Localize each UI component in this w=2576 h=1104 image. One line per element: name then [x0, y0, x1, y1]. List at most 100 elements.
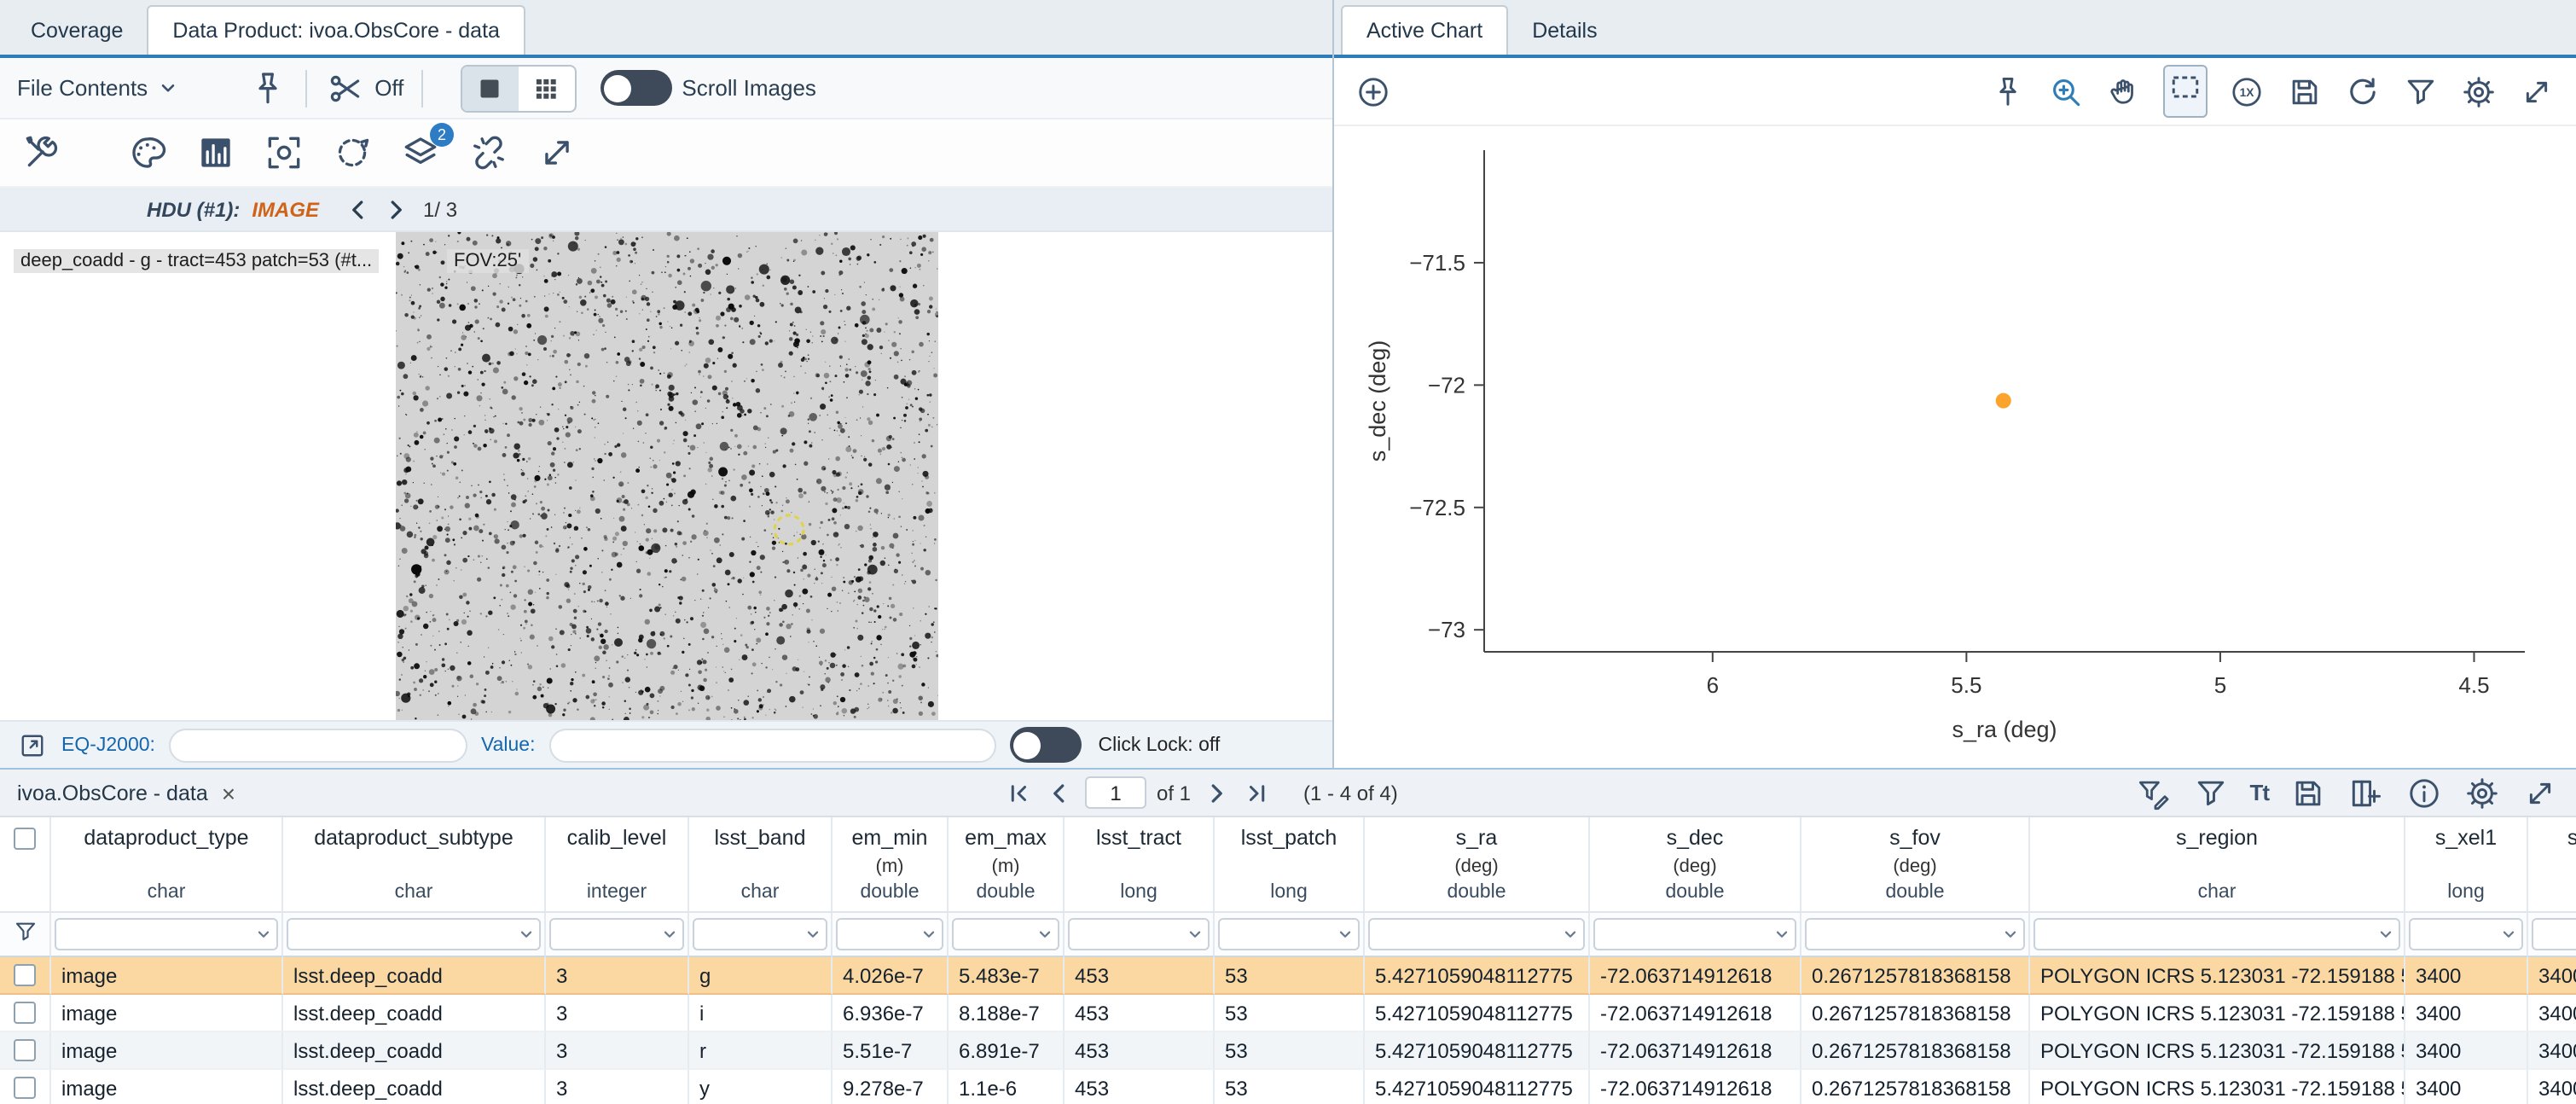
last-page-icon[interactable]: [1242, 777, 1273, 808]
column-filter-combo[interactable]: [1368, 918, 1585, 950]
column-header[interactable]: s_xel2long: [2528, 817, 2576, 913]
column-header[interactable]: lsst_patchlong: [1215, 817, 1365, 913]
column-header[interactable]: lsst_bandchar: [689, 817, 833, 913]
expand-viewer-icon[interactable]: [17, 729, 48, 760]
column-filter-combo[interactable]: [693, 918, 827, 950]
file-contents-dropdown[interactable]: File Contents: [17, 75, 178, 101]
row-checkbox[interactable]: [14, 1002, 36, 1024]
grid-view-button[interactable]: [518, 66, 574, 110]
column-header[interactable]: s_dec(deg)double: [1590, 817, 1801, 913]
column-filter-combo[interactable]: [1593, 918, 1796, 950]
column-type: double: [1885, 882, 1944, 906]
next-icon[interactable]: [1201, 777, 1232, 808]
table-cell: 453: [1065, 957, 1215, 995]
sky-image[interactable]: [395, 232, 937, 720]
tab-data-product[interactable]: Data Product: ivoa.ObsCore - data: [147, 5, 525, 55]
save-icon[interactable]: [2289, 774, 2327, 811]
row-checkbox[interactable]: [14, 964, 36, 986]
table-cell: 0.2671257818368158: [1801, 1032, 2030, 1070]
first-page-icon[interactable]: [1003, 777, 1034, 808]
select-area-button[interactable]: [2163, 65, 2208, 118]
zoom-in-icon[interactable]: [2047, 73, 2085, 110]
column-filter-combo[interactable]: [287, 918, 541, 950]
column-filter-combo[interactable]: [549, 918, 684, 950]
expand-icon[interactable]: [2518, 73, 2556, 110]
data-table-wrap[interactable]: dataproduct_typechardataproduct_subtypec…: [0, 817, 2576, 1104]
column-header[interactable]: lsst_tractlong: [1065, 817, 1215, 913]
column-filter-combo[interactable]: [2409, 918, 2523, 950]
column-filter-combo[interactable]: [2034, 918, 2400, 950]
page-number-input[interactable]: [1085, 776, 1146, 809]
pin-icon[interactable]: [247, 67, 287, 108]
table-cell: 6.891e-7: [949, 1032, 1065, 1070]
column-filter-combo[interactable]: [55, 918, 278, 950]
scroll-images-toggle[interactable]: [600, 70, 671, 106]
table-cell: 3400: [2405, 957, 2528, 995]
save-icon[interactable]: [2286, 73, 2324, 110]
table-cell: lsst.deep_coadd: [283, 1070, 546, 1104]
click-lock-toggle[interactable]: [1010, 727, 1082, 763]
tab-label: Details: [1532, 18, 1597, 42]
tab-details[interactable]: Details: [1508, 5, 1621, 55]
table-tab[interactable]: ivoa.ObsCore - data ×: [17, 781, 235, 805]
unlink-icon[interactable]: [467, 131, 510, 174]
column-filter-combo[interactable]: [1068, 918, 1210, 950]
expand-icon[interactable]: [2521, 774, 2559, 811]
prev-icon[interactable]: [1044, 777, 1075, 808]
prev-icon[interactable]: [343, 194, 374, 224]
zoom-original-icon[interactable]: [2228, 73, 2266, 110]
filter-icon[interactable]: [2402, 73, 2440, 110]
coord-label: EQ-J2000:: [61, 735, 155, 755]
column-name: s_xel1: [2435, 826, 2497, 850]
tab-active-chart[interactable]: Active Chart: [1341, 5, 1508, 55]
column-filter-combo[interactable]: [1805, 918, 2025, 950]
add-chart-icon[interactable]: [1355, 73, 1392, 110]
text-view-icon[interactable]: Tt: [2249, 780, 2269, 805]
close-icon[interactable]: ×: [222, 781, 235, 805]
row-checkbox[interactable]: [14, 1039, 36, 1061]
column-filter-combo[interactable]: [836, 918, 943, 950]
table-toolbar: ivoa.ObsCore - data × of 1 (1 - 4 of 4) …: [0, 770, 2576, 817]
image-viewer[interactable]: deep_coadd - g - tract=453 patch=53 (#t.…: [0, 232, 1332, 720]
column-header[interactable]: em_min(m)double: [833, 817, 949, 913]
column-filter-combo[interactable]: [2532, 918, 2576, 950]
column-header[interactable]: s_xel1long: [2405, 817, 2528, 913]
table-row[interactable]: imagelsst.deep_coadd3y9.278e-71.1e-64535…: [0, 1070, 2576, 1104]
row-range-label: (1 - 4 of 4): [1303, 781, 1398, 805]
select-all-checkbox[interactable]: [0, 817, 51, 913]
column-header[interactable]: s_ra(deg)double: [1365, 817, 1590, 913]
scatter-chart[interactable]: 65.554.5−71.5−72−72.5−73s_ra (deg)s_dec …: [1334, 126, 2576, 768]
column-header[interactable]: calib_levelinteger: [546, 817, 689, 913]
column-header[interactable]: dataproduct_typechar: [51, 817, 283, 913]
table-row[interactable]: imagelsst.deep_coadd3r5.51e-76.891e-7453…: [0, 1032, 2576, 1070]
tab-coverage[interactable]: Coverage: [7, 5, 147, 55]
next-icon[interactable]: [380, 194, 411, 224]
column-filter-combo[interactable]: [952, 918, 1059, 950]
settings-icon[interactable]: [2460, 73, 2498, 110]
column-filter-combo[interactable]: [1218, 918, 1360, 950]
row-checkbox[interactable]: [14, 1077, 36, 1099]
histogram-icon[interactable]: [194, 131, 237, 174]
table-row[interactable]: imagelsst.deep_coadd3g4.026e-75.483e-745…: [0, 957, 2576, 995]
add-column-icon[interactable]: [2347, 774, 2385, 811]
column-header[interactable]: dataproduct_subtypechar: [283, 817, 546, 913]
palette-icon[interactable]: [126, 131, 169, 174]
pin-icon[interactable]: [1989, 73, 2027, 110]
column-header[interactable]: s_fov(deg)double: [1801, 817, 2030, 913]
expand-icon[interactable]: [536, 131, 578, 174]
edit-filter-icon[interactable]: [2133, 774, 2171, 811]
filter-icon[interactable]: [2191, 774, 2229, 811]
tools-icon[interactable]: [20, 131, 63, 174]
layers-icon[interactable]: 2: [399, 131, 442, 174]
pan-icon[interactable]: [2105, 73, 2143, 110]
cut-icon[interactable]: [323, 67, 364, 108]
column-header[interactable]: s_regionchar: [2030, 817, 2405, 913]
rotate-icon[interactable]: [331, 131, 374, 174]
single-view-button[interactable]: [461, 66, 518, 110]
table-row[interactable]: imagelsst.deep_coadd3i6.936e-78.188e-745…: [0, 995, 2576, 1032]
info-icon[interactable]: [2405, 774, 2443, 811]
settings-icon[interactable]: [2463, 774, 2501, 811]
recenter-icon[interactable]: [263, 131, 305, 174]
column-header[interactable]: em_max(m)double: [949, 817, 1065, 913]
restore-icon[interactable]: [2344, 73, 2382, 110]
